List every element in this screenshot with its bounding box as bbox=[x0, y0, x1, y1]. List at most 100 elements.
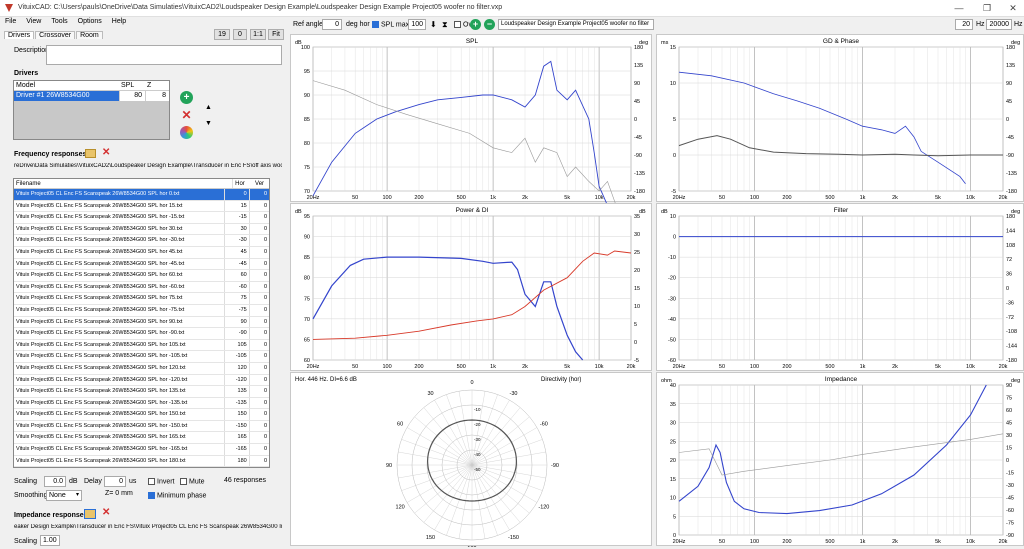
hor-cell[interactable]: 0 bbox=[224, 189, 250, 200]
hor-cell[interactable]: 180 bbox=[225, 455, 250, 467]
arrow-down-icon[interactable]: ⬇ bbox=[430, 20, 437, 29]
table-row[interactable]: Vituix Project05 CL Enc FS Scanspeak 26W… bbox=[14, 386, 269, 398]
zoom-1-1-button[interactable]: 1:1 bbox=[250, 29, 266, 40]
ver-cell[interactable]: 0 bbox=[250, 317, 269, 328]
filename-cell[interactable]: Vituix Project05 CL Enc FS Scanspeak 26W… bbox=[14, 374, 225, 386]
zoom-value-19[interactable]: 19 bbox=[214, 29, 230, 40]
hor-cell[interactable]: -165 bbox=[225, 444, 250, 455]
filename-cell[interactable]: Vituix Project05 CL Enc FS Scanspeak 26W… bbox=[14, 351, 225, 362]
filename-cell[interactable]: Vituix Project05 CL Enc FS Scanspeak 26W… bbox=[14, 316, 225, 328]
table-row[interactable]: Vituix Project05 CL Enc FS Scanspeak 26W… bbox=[14, 374, 269, 387]
table-row[interactable]: Vituix Project05 CL Enc FS Scanspeak 26W… bbox=[14, 223, 269, 236]
filename-cell[interactable]: Vituix Project05 CL Enc FS Scanspeak 26W… bbox=[14, 444, 225, 455]
tab-room[interactable]: Room bbox=[76, 31, 103, 39]
driver-model[interactable]: Driver #1 26W8534G00 bbox=[14, 91, 119, 101]
open-folder-icon[interactable] bbox=[85, 149, 96, 158]
ver-cell[interactable]: 0 bbox=[250, 421, 269, 432]
ver-cell[interactable]: 0 bbox=[250, 235, 269, 246]
filename-cell[interactable]: Vituix Project05 CL Enc FS Scanspeak 26W… bbox=[14, 409, 225, 420]
filename-cell[interactable]: Vituix Project05 CL Enc FS Scanspeak 26W… bbox=[14, 235, 225, 246]
ovl-check-icon[interactable] bbox=[454, 21, 461, 28]
hor-cell[interactable]: 15 bbox=[225, 200, 250, 212]
table-row[interactable]: Vituix Project05 CL Enc FS Scanspeak 26W… bbox=[14, 362, 269, 375]
driver-z[interactable]: 8 bbox=[145, 91, 169, 101]
menu-options[interactable]: Options bbox=[73, 17, 107, 26]
minimize-button[interactable]: — bbox=[950, 2, 968, 15]
tab-crossover[interactable]: Crossover bbox=[35, 31, 76, 39]
filename-cell[interactable]: Vituix Project05 CL Enc FS Scanspeak 26W… bbox=[14, 223, 225, 235]
table-row[interactable]: Vituix Project05 CL Enc FS Scanspeak 26W… bbox=[14, 328, 269, 340]
filename-cell[interactable]: Vituix Project05 CL Enc FS Scanspeak 26W… bbox=[14, 420, 225, 432]
ver-cell[interactable]: 0 bbox=[250, 409, 269, 420]
table-row[interactable]: Vituix Project05 CL Enc FS Scanspeak 26W… bbox=[14, 304, 269, 317]
table-row[interactable]: Vituix Project05 CL Enc FS Scanspeak 26W… bbox=[14, 281, 269, 294]
table-row[interactable]: Vituix Project05 CL Enc FS Scanspeak 26W… bbox=[14, 316, 269, 329]
table-row[interactable]: Vituix Project05 CL Enc FS Scanspeak 26W… bbox=[14, 189, 269, 201]
ver-cell[interactable]: 0 bbox=[250, 201, 269, 212]
add-overlay-icon[interactable]: + bbox=[470, 19, 481, 30]
remove-driver-icon[interactable]: ✕ bbox=[180, 109, 193, 122]
spl-max-check-icon[interactable] bbox=[372, 21, 379, 28]
remove-overlay-icon[interactable]: − bbox=[484, 19, 495, 30]
hor-cell[interactable]: 45 bbox=[225, 246, 250, 258]
table-row[interactable]: Vituix Project05 CL Enc FS Scanspeak 26W… bbox=[14, 455, 269, 467]
ver-cell[interactable]: 0 bbox=[250, 363, 269, 374]
ver-cell[interactable]: 0 bbox=[250, 224, 269, 235]
menu-help[interactable]: Help bbox=[107, 17, 131, 26]
driver-spl[interactable]: 80 bbox=[119, 91, 145, 101]
hor-cell[interactable]: 75 bbox=[225, 293, 250, 304]
table-row[interactable]: Vituix Project05 CL Enc FS Scanspeak 26W… bbox=[14, 270, 269, 282]
color-wheel-icon[interactable] bbox=[180, 126, 193, 139]
filename-cell[interactable]: Vituix Project05 CL Enc FS Scanspeak 26W… bbox=[14, 386, 225, 397]
filename-cell[interactable]: Vituix Project05 CL Enc FS Scanspeak 26W… bbox=[14, 189, 225, 200]
delay-input[interactable]: 0 bbox=[104, 476, 126, 487]
ver-cell[interactable]: 0 bbox=[250, 375, 269, 386]
hor-cell[interactable]: -120 bbox=[225, 374, 250, 386]
ver-cell[interactable]: 0 bbox=[250, 340, 269, 351]
hor-cell[interactable]: -105 bbox=[225, 351, 250, 362]
filename-cell[interactable]: Vituix Project05 CL Enc FS Scanspeak 26W… bbox=[14, 258, 225, 270]
smoothing-select[interactable]: None ▾ bbox=[46, 490, 82, 501]
hor-cell[interactable]: 60 bbox=[225, 270, 250, 281]
invert-checkbox[interactable]: Invert bbox=[148, 478, 175, 485]
close-button[interactable]: ✕ bbox=[1004, 2, 1022, 15]
impedance-scaling-input[interactable]: 1.00 bbox=[40, 535, 60, 546]
hor-cell[interactable]: 135 bbox=[225, 386, 250, 397]
table-row[interactable]: Vituix Project05 CL Enc FS Scanspeak 26W… bbox=[14, 420, 269, 433]
invert-check-icon[interactable] bbox=[148, 478, 155, 485]
filename-cell[interactable]: Vituix Project05 CL Enc FS Scanspeak 26W… bbox=[14, 328, 225, 339]
table-row[interactable]: Vituix Project05 CL Enc FS Scanspeak 26W… bbox=[14, 293, 269, 305]
hor-cell[interactable]: 30 bbox=[225, 223, 250, 235]
hor-cell[interactable]: -75 bbox=[225, 304, 250, 316]
filename-cell[interactable]: Vituix Project05 CL Enc FS Scanspeak 26W… bbox=[14, 455, 225, 467]
ver-cell[interactable]: 0 bbox=[250, 270, 269, 281]
ver-cell[interactable]: 0 bbox=[250, 386, 269, 397]
hor-cell[interactable]: 165 bbox=[225, 432, 250, 444]
move-down-icon[interactable]: ▼ bbox=[205, 120, 212, 127]
ver-cell[interactable]: 0 bbox=[250, 282, 269, 293]
filename-cell[interactable]: Vituix Project05 CL Enc FS Scanspeak 26W… bbox=[14, 212, 225, 223]
table-row[interactable]: Vituix Project05 CL Enc FS Scanspeak 26W… bbox=[14, 409, 269, 421]
add-driver-icon[interactable]: + bbox=[180, 91, 193, 104]
ver-cell[interactable]: 0 bbox=[250, 444, 269, 455]
ver-cell[interactable]: 0 bbox=[250, 293, 269, 304]
menu-tools[interactable]: Tools bbox=[46, 17, 72, 26]
hor-cell[interactable]: -30 bbox=[225, 235, 250, 246]
ver-cell[interactable]: 0 bbox=[250, 247, 269, 258]
spl-max-checkbox[interactable]: SPL max bbox=[372, 21, 409, 28]
table-row[interactable]: Vituix Project05 CL Enc FS Scanspeak 26W… bbox=[14, 444, 269, 456]
table-row[interactable]: Vituix Project05 CL Enc FS Scanspeak 26W… bbox=[14, 246, 269, 259]
scaling-input[interactable]: 0.0 bbox=[44, 476, 66, 487]
filename-cell[interactable]: Vituix Project05 CL Enc FS Scanspeak 26W… bbox=[14, 270, 225, 281]
project-file-input[interactable]: Loudspeaker Design Example Project05 woo… bbox=[498, 19, 654, 30]
table-row[interactable]: Vituix Project05 CL Enc FS Scanspeak 26W… bbox=[14, 258, 269, 271]
mute-checkbox[interactable]: Mute bbox=[180, 478, 205, 485]
ver-cell[interactable]: 0 bbox=[250, 212, 269, 223]
table-row[interactable]: Vituix Project05 CL Enc FS Scanspeak 26W… bbox=[14, 432, 269, 445]
table-row[interactable]: Vituix Project05 CL Enc FS Scanspeak 26W… bbox=[14, 235, 269, 247]
menu-view[interactable]: View bbox=[21, 17, 46, 26]
description-input[interactable] bbox=[46, 45, 282, 65]
hor-cell[interactable]: 120 bbox=[225, 362, 250, 374]
table-row[interactable]: Vituix Project05 CL Enc FS Scanspeak 26W… bbox=[14, 339, 269, 352]
table-row[interactable]: Vituix Project05 CL Enc FS Scanspeak 26W… bbox=[14, 397, 269, 410]
